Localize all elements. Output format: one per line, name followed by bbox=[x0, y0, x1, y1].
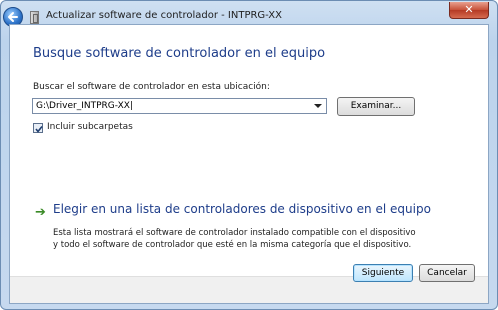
include-subfolders-checkbox[interactable] bbox=[33, 123, 43, 133]
choose-from-list-description: Esta lista mostrará el software de contr… bbox=[53, 227, 433, 251]
checkmark-icon bbox=[35, 126, 43, 133]
choose-from-list-link[interactable]: Elegir en una lista de controladores de … bbox=[53, 202, 431, 216]
dialog-window: ✕ Actualizar software de controlador - I… bbox=[0, 0, 498, 310]
green-arrow-icon: ➔ bbox=[35, 205, 46, 220]
driver-icon bbox=[30, 11, 39, 24]
back-arrow-glyph bbox=[8, 12, 18, 22]
include-subfolders-label[interactable]: Incluir subcarpetas bbox=[47, 122, 133, 132]
chevron-down-icon[interactable] bbox=[314, 104, 322, 108]
window-title: Actualizar software de controlador - INT… bbox=[46, 10, 282, 21]
browse-button[interactable]: Examinar... bbox=[337, 97, 415, 116]
description-line-1: Esta lista mostrará el software de contr… bbox=[53, 228, 416, 238]
description-line-2: y todo el software de controlador que es… bbox=[53, 240, 412, 250]
page-heading: Busque software de controlador en el equ… bbox=[33, 46, 326, 61]
path-input[interactable]: G:\Driver_INTPRG-XX| bbox=[36, 101, 133, 111]
search-location-label: Buscar el software de controlador en est… bbox=[33, 82, 270, 92]
next-button[interactable]: Siguiente bbox=[353, 264, 413, 282]
path-combobox[interactable]: G:\Driver_INTPRG-XX| bbox=[32, 98, 327, 114]
cancel-button[interactable]: Cancelar bbox=[419, 264, 475, 282]
footer-bar bbox=[10, 276, 488, 303]
content-panel bbox=[9, 24, 489, 304]
